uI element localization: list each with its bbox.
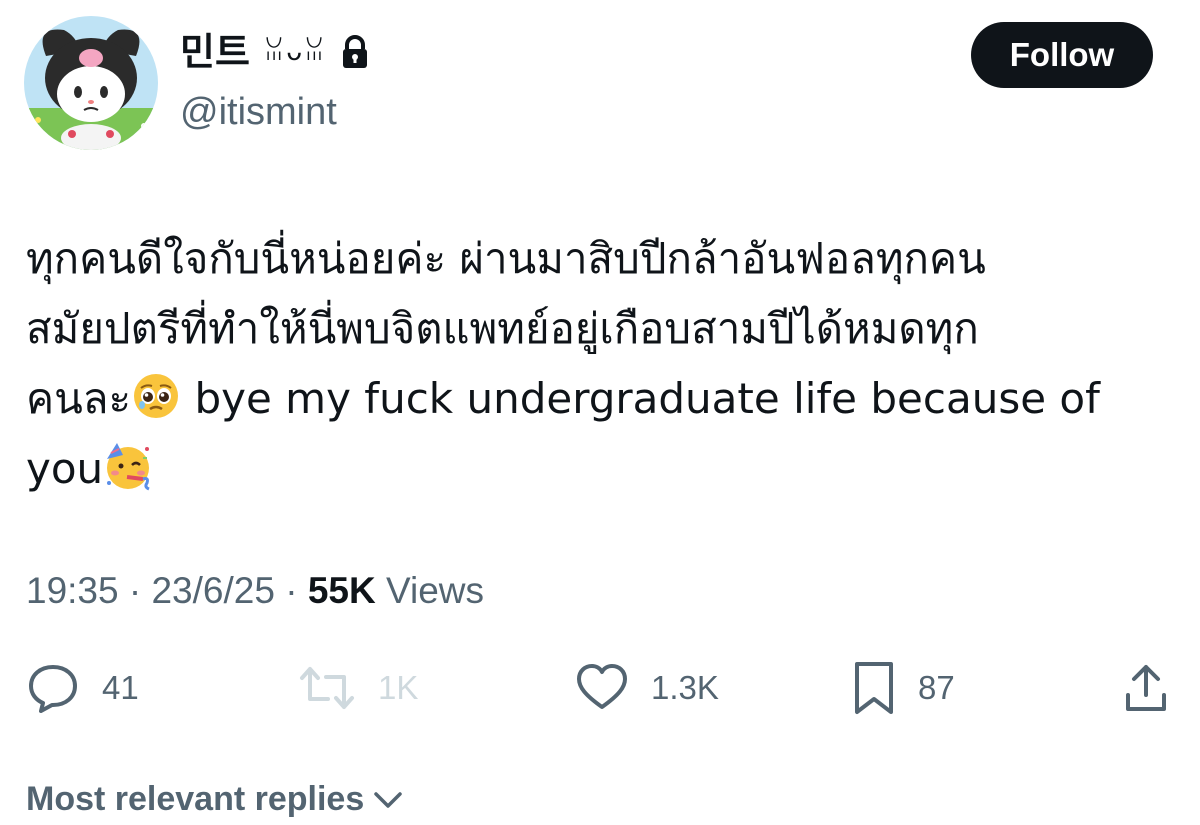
lock-icon [343,35,368,68]
retweet-icon [300,667,354,709]
like-button[interactable]: 1.3K [575,660,719,716]
reply-icon [29,665,77,713]
kuromi-avatar-icon [24,16,158,150]
tweet-time[interactable]: 19:35 [26,570,119,611]
partying-face-emoji [103,441,153,491]
tweet-line-segment: you [26,444,104,493]
tweet-line: สมัยปตรีที่ทำให้นี่พบจิตแพทย์อยู่เกือบสา… [26,304,979,353]
tweet-line-segment: คนละ [26,374,132,423]
replies-sort-dropdown[interactable]: Most relevant replies [26,780,404,819]
chevron-down-icon [374,791,402,808]
replies-sort-label: Most relevant replies [26,780,365,818]
meta-separator: · [274,570,308,611]
avatar[interactable] [24,16,158,150]
reply-count: 41 [102,669,139,706]
display-name-row: 민트 ꈍᴗꈍ [180,30,370,74]
bookmark-button[interactable]: 87 [852,660,955,716]
like-count: 1.3K [651,669,719,706]
retweet-button[interactable]: 1K [298,660,418,716]
reply-button[interactable]: 41 [26,660,139,716]
user-handle[interactable]: @itismint [180,90,337,134]
pleading-face-emoji [131,371,181,421]
tweet-meta: 19:35 · 23/6/25 · 55K Views [26,568,484,614]
bookmark-count: 87 [918,669,955,706]
share-icon [1126,665,1166,711]
follow-button[interactable]: Follow [971,22,1153,88]
tweet-line: ทุกคนดีใจกับนี่หน่อยค่ะ ผ่านมาสิบปีกล้าอ… [26,234,986,283]
share-button[interactable] [1122,660,1170,716]
tweet-text: ทุกคนดีใจกับนี่หน่อยค่ะ ผ่านมาสิบปีกล้าอ… [26,224,1176,504]
views-label: Views [375,570,485,611]
tweet-date[interactable]: 23/6/25 [151,570,274,611]
bookmark-icon [855,662,893,714]
retweet-count: 1K [378,669,419,706]
views-count: 55K [307,570,376,611]
name-emoticon: ꈍᴗꈍ [263,37,327,67]
meta-separator: · [118,570,152,611]
tweet-line: you [26,434,1176,504]
display-name[interactable]: 민트 [180,30,250,74]
tweet-line-segment: bye my fuck undergraduate life because o… [181,374,1100,423]
tweet-line: คนละ bye my fuck undergraduate life beca… [26,364,1176,434]
heart-icon [577,664,627,709]
